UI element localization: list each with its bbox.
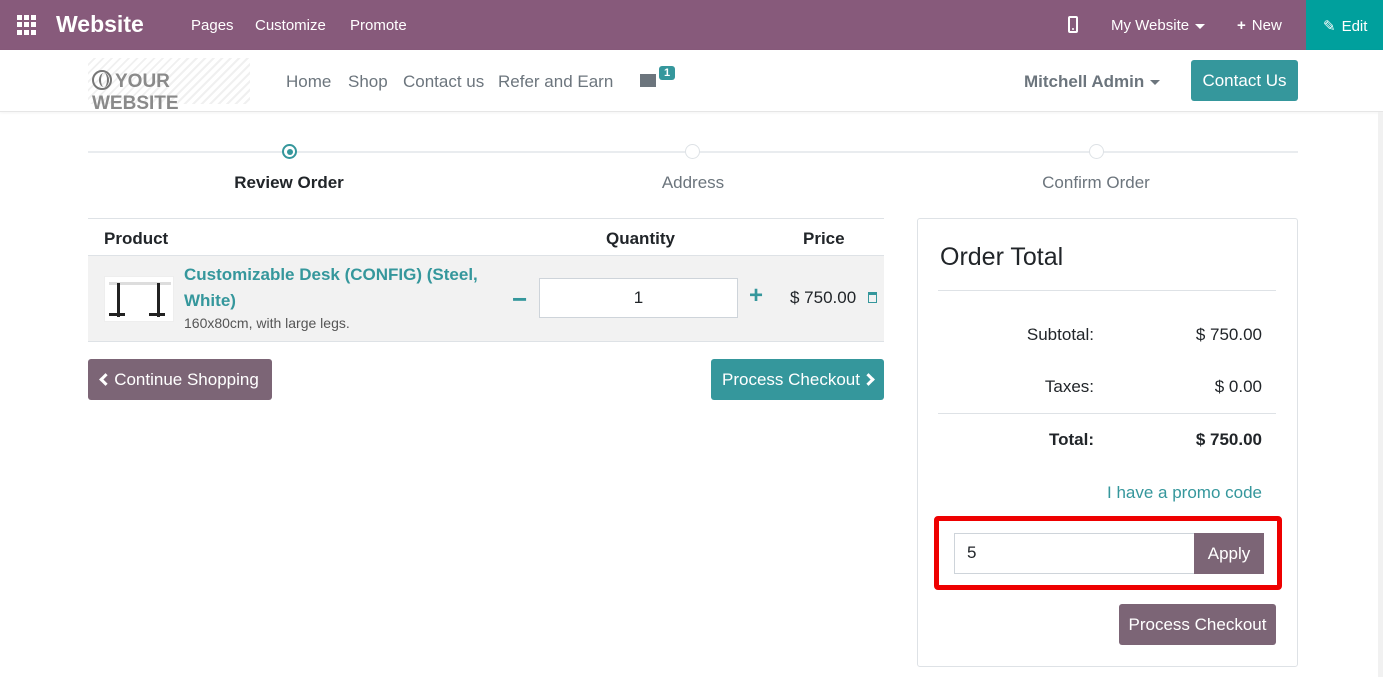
plus-icon: + bbox=[1237, 17, 1246, 34]
nav-shop[interactable]: Shop bbox=[348, 72, 388, 92]
line-price: $ 750.00 bbox=[790, 288, 857, 307]
order-total-card: Order Total Subtotal: $ 750.00 Taxes: $ … bbox=[917, 218, 1298, 667]
subtotal-label: Subtotal: bbox=[1026, 325, 1094, 344]
promo-code-link[interactable]: I have a promo code bbox=[1107, 483, 1262, 503]
divider bbox=[938, 290, 1276, 291]
website-selector-label: My Website bbox=[1111, 17, 1190, 34]
step-review-order: Review Order bbox=[234, 173, 344, 192]
column-product: Product bbox=[104, 229, 169, 248]
menu-customize[interactable]: Customize bbox=[255, 17, 326, 34]
chevron-down-icon bbox=[1150, 80, 1161, 86]
edit-button[interactable]: ✎ Edit bbox=[1306, 0, 1383, 50]
mobile-preview-icon[interactable] bbox=[1068, 16, 1078, 33]
menu-promote[interactable]: Promote bbox=[350, 17, 407, 34]
product-image[interactable] bbox=[104, 276, 174, 322]
apps-grid-icon[interactable] bbox=[17, 15, 37, 35]
quantity-input[interactable]: 1 bbox=[539, 278, 738, 318]
product-description: 160x80cm, with large legs. bbox=[184, 315, 350, 331]
promo-code-input[interactable]: 5 bbox=[954, 533, 1195, 574]
total-label: Total: bbox=[1048, 430, 1094, 449]
nav-contact-us[interactable]: Contact us bbox=[403, 72, 484, 92]
order-total-title: Order Total bbox=[940, 243, 1064, 271]
new-button-label: New bbox=[1251, 17, 1282, 34]
pencil-icon: ✎ bbox=[1323, 18, 1336, 35]
column-quantity: Quantity bbox=[606, 229, 675, 248]
step-dot-address bbox=[685, 144, 700, 159]
step-address: Address bbox=[661, 173, 725, 192]
table-row: Customizable Desk (CONFIG) (Steel, White… bbox=[88, 256, 884, 342]
step-dot-review-order bbox=[282, 144, 297, 159]
user-menu[interactable]: Mitchell Admin bbox=[1024, 72, 1161, 92]
new-button[interactable]: + New bbox=[1237, 17, 1282, 34]
site-header: YOUR WEBSITE Home Shop Contact us Refer … bbox=[0, 50, 1383, 114]
edit-button-label: Edit bbox=[1341, 18, 1368, 35]
divider bbox=[938, 413, 1276, 414]
cart-table-header: Product Quantity Price bbox=[88, 218, 884, 256]
website-selector[interactable]: My Website bbox=[1111, 17, 1206, 34]
chevron-left-icon bbox=[99, 373, 113, 386]
column-price: Price bbox=[803, 229, 845, 248]
increase-quantity-icon[interactable]: + bbox=[749, 282, 763, 310]
subtotal-value: $ 750.00 bbox=[1195, 325, 1262, 344]
menu-pages[interactable]: Pages bbox=[191, 17, 234, 34]
product-name-link[interactable]: Customizable Desk (CONFIG) (Steel, White… bbox=[184, 262, 494, 314]
process-checkout-label: Process Checkout bbox=[722, 370, 860, 389]
page-scrollbar[interactable] bbox=[1378, 112, 1383, 677]
cart-link[interactable]: 1 bbox=[640, 66, 676, 92]
taxes-value: $ 0.00 bbox=[1214, 377, 1262, 396]
contact-us-button[interactable]: Contact Us bbox=[1191, 60, 1298, 101]
admin-navbar: Website Pages Customize Promote My Websi… bbox=[0, 0, 1383, 50]
chevron-down-icon bbox=[1195, 23, 1206, 29]
user-name: Mitchell Admin bbox=[1024, 72, 1145, 91]
nav-refer-and-earn[interactable]: Refer and Earn bbox=[498, 72, 613, 92]
process-checkout-button[interactable]: Process Checkout bbox=[711, 359, 884, 400]
apply-promo-button[interactable]: Apply bbox=[1194, 533, 1264, 574]
continue-shopping-label: Continue Shopping bbox=[114, 370, 259, 389]
continue-shopping-button[interactable]: Continue Shopping bbox=[88, 359, 272, 400]
taxes-label: Taxes: bbox=[1044, 377, 1094, 396]
process-checkout-button-secondary[interactable]: Process Checkout bbox=[1119, 604, 1276, 645]
trash-icon[interactable] bbox=[868, 292, 877, 303]
step-dot-confirm-order bbox=[1089, 144, 1104, 159]
cart-table: Product Quantity Price Customizable Desk… bbox=[88, 218, 884, 342]
step-confirm-order: Confirm Order bbox=[1042, 173, 1150, 192]
decrease-quantity-icon[interactable]: − bbox=[512, 284, 527, 315]
total-value: $ 750.00 bbox=[1195, 430, 1262, 449]
cart-icon bbox=[640, 74, 656, 87]
cart-count-badge: 1 bbox=[659, 66, 676, 80]
chevron-right-icon bbox=[862, 373, 875, 386]
globe-icon bbox=[92, 70, 112, 90]
site-logo[interactable]: YOUR WEBSITE bbox=[88, 58, 250, 114]
app-brand: Website bbox=[56, 11, 144, 37]
nav-home[interactable]: Home bbox=[286, 72, 331, 92]
